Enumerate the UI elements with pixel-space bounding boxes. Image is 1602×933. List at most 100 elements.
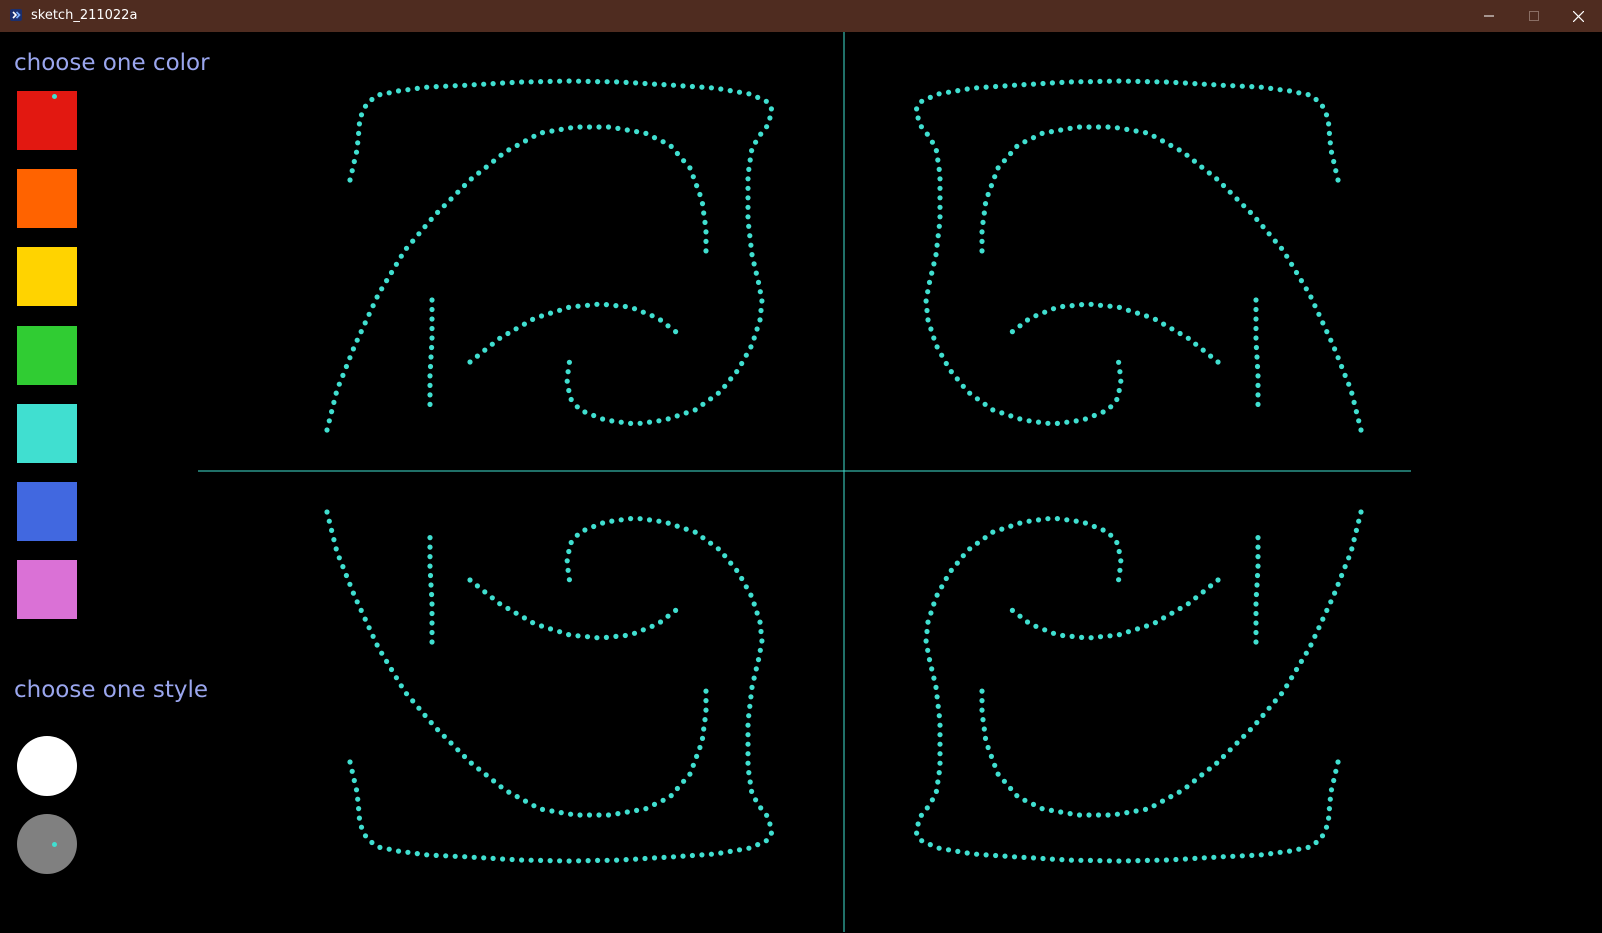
sketch-dot-top-right (937, 204, 943, 210)
sketch-dot-bottom-right (1260, 712, 1266, 719)
maximize-button[interactable] (1511, 0, 1556, 32)
minimize-button[interactable] (1466, 0, 1511, 32)
sketch-dot-bottom-left (568, 539, 574, 546)
sketch-dot-bottom-left (631, 630, 638, 636)
sketch-dot-top-right (1108, 404, 1114, 410)
sketch-dot-top-right (1088, 301, 1094, 307)
sketch-dot-bottom-right (1117, 567, 1123, 573)
sketch-canvas[interactable]: choose one color choose one style (2, 32, 1600, 932)
sketch-dot-bottom-left (586, 812, 593, 818)
sketch-dot-bottom-left (651, 801, 658, 808)
sketch-dot-top-left (683, 410, 689, 416)
sketch-dot-top-left (441, 203, 447, 209)
sketch-dot-top-right (1335, 177, 1341, 183)
sketch-dot-top-right (1106, 78, 1112, 84)
sketch-dot-top-left (350, 346, 356, 352)
sketch-dot-bottom-left (747, 703, 753, 709)
sketch-dot-top-left (422, 224, 428, 230)
sketch-dot-bottom-left (757, 647, 763, 653)
sketch-dot-top-left (624, 127, 630, 133)
sketch-dot-top-left (699, 84, 705, 90)
sketch-dot-bottom-left (474, 583, 480, 589)
sketch-dot-top-left (643, 130, 649, 136)
sketch-dot-bottom-right (1176, 789, 1182, 795)
sketch-dot-bottom-right (1030, 855, 1037, 861)
sketch-dot-top-right (1241, 203, 1247, 209)
sketch-dot-top-left (558, 126, 564, 132)
sketch-dot-top-right (1333, 168, 1339, 174)
sketch-dot-top-right (1079, 302, 1085, 308)
sketch-dot-top-left (347, 355, 353, 361)
sketch-dot-top-left (739, 360, 745, 367)
sketch-dot-top-right (1255, 382, 1261, 388)
sketch-dot-top-right (1144, 79, 1150, 85)
sketch-dot-bottom-right (1253, 620, 1259, 626)
sketch-dot-bottom-right (982, 535, 988, 541)
sketch-dot-bottom-right (1024, 619, 1031, 625)
sketch-dot-top-right (1249, 84, 1255, 90)
sketch-dot-bottom-right (931, 675, 937, 681)
sketch-dot-top-right (1331, 158, 1337, 165)
sketch-dot-top-left (758, 131, 764, 137)
sketch-dot-top-right (1327, 140, 1333, 146)
sketch-dot-bottom-right (992, 762, 998, 768)
sketch-dot-top-left (596, 124, 602, 130)
sketch-dot-bottom-left (455, 747, 461, 753)
sketch-dot-bottom-right (1230, 853, 1236, 859)
sketch-dot-bottom-right (1253, 591, 1259, 598)
sketch-dot-top-right (960, 383, 966, 389)
sketch-dot-top-right (1117, 369, 1123, 375)
sketch-dot-top-right (1268, 85, 1274, 91)
sketch-dot-top-right (1116, 78, 1122, 84)
sketch-dot-top-right (1091, 412, 1097, 419)
sketch-dot-bottom-right (1313, 839, 1319, 846)
sketch-dot-bottom-right (1253, 601, 1259, 607)
sketch-dot-top-left (746, 91, 752, 97)
sketch-dot-bottom-right (918, 812, 925, 818)
sketch-dot-top-left (604, 79, 610, 85)
sketch-dot-bottom-left (718, 850, 724, 856)
sketch-dot-top-right (1086, 124, 1092, 130)
sketch-dot-bottom-left (428, 720, 434, 726)
sketch-dot-bottom-left (767, 821, 773, 827)
sketch-dot-bottom-right (960, 553, 966, 559)
sketch-dot-top-left (633, 80, 639, 86)
sketch-dot-top-right (964, 86, 970, 92)
sketch-dot-top-left (506, 147, 512, 153)
sketch-dot-top-left (370, 303, 376, 309)
sketch-dot-top-left (690, 174, 696, 180)
sketch-dot-top-left (331, 399, 337, 405)
sketch-dot-bottom-left (538, 623, 545, 629)
sketch-dot-top-left (718, 86, 724, 92)
sketch-dot-top-left (613, 303, 619, 309)
sketch-dot-bottom-left (471, 854, 477, 860)
sketch-dot-bottom-left (497, 601, 503, 607)
sketch-dot-bottom-right (974, 851, 980, 857)
sketch-dot-top-left (349, 168, 355, 174)
sketch-dot-bottom-left (427, 554, 433, 560)
drawing-surface[interactable] (2, 32, 1600, 932)
sketch-dot-bottom-right (1272, 698, 1278, 704)
sketch-dot-bottom-right (979, 698, 985, 704)
sketch-dot-top-right (1260, 224, 1266, 230)
sketch-dot-top-left (369, 96, 375, 103)
sketch-dot-top-right (1332, 346, 1338, 352)
sketch-dot-bottom-right (1064, 517, 1070, 523)
sketch-dot-bottom-right (967, 546, 973, 552)
sketch-dot-top-right (934, 344, 940, 350)
sketch-dot-bottom-right (1326, 806, 1332, 812)
sketch-dot-bottom-right (1049, 856, 1055, 862)
sketch-dot-top-right (1326, 130, 1332, 136)
sketch-dot-top-right (1234, 196, 1240, 202)
sketch-dot-top-left (347, 177, 353, 183)
sketch-dot-top-left (747, 233, 753, 239)
sketch-dot-top-right (936, 166, 942, 172)
sketch-dot-bottom-left (699, 735, 706, 742)
sketch-dot-bottom-left (758, 805, 764, 811)
close-button[interactable] (1556, 0, 1601, 32)
sketch-dot-top-left (640, 309, 646, 315)
sketch-dot-top-left (509, 79, 515, 86)
sketch-dot-bottom-right (933, 788, 940, 795)
sketch-dot-bottom-right (1284, 683, 1290, 689)
sketch-dot-top-left (355, 140, 361, 146)
